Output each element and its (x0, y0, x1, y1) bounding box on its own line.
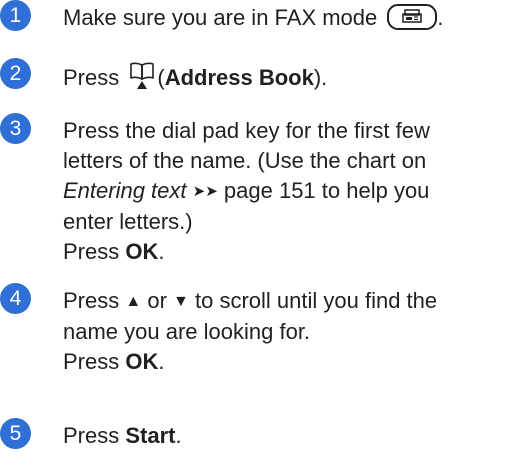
fax-icon (402, 9, 423, 23)
step-line: name you are looking for. (63, 319, 311, 344)
press-label: Press (63, 239, 120, 264)
press-label: Press (63, 65, 120, 90)
address-book-icon (130, 62, 155, 89)
step-instruction: to scroll until you find the (195, 288, 438, 313)
page-reference: page 151 to help you (223, 178, 430, 203)
step-period: . (437, 5, 444, 30)
ok-key-label: OK (125, 349, 159, 374)
step-line: Press ▲ or ▼ to scroll until you find th… (63, 286, 528, 317)
step-line: Press OK. (63, 347, 528, 377)
step-text: Press ▲ or ▼ to scroll until you find th… (63, 286, 528, 377)
step-text: Press the dial pad key for the first few… (63, 116, 528, 267)
up-arrow-icon: ▲ (125, 293, 142, 310)
address-book-label: Address Book (164, 65, 314, 90)
start-key-label: Start (125, 423, 176, 448)
step-line: letters of the name. (Use the chart on (63, 148, 427, 173)
step-number: 4 (0, 283, 31, 314)
fax-mode-key-icon (387, 4, 438, 30)
step-number: 1 (0, 0, 31, 31)
step-line: Press OK. (63, 237, 528, 267)
step-period: . (175, 423, 182, 448)
step-period: . (158, 349, 165, 374)
step-text: Press (Address Book). (63, 61, 528, 93)
press-label: Press (63, 288, 120, 313)
ok-key-label: OK (125, 239, 159, 264)
step-line: Press the dial pad key for the first few (63, 118, 430, 143)
step-number: 3 (0, 113, 31, 144)
step-number: 2 (0, 58, 31, 89)
step-line: Entering text ➤➤ page 151 to help you (63, 176, 528, 207)
step-instruction: Make sure you are in FAX mode (63, 5, 378, 30)
press-label: Press (63, 349, 120, 374)
double-arrow-icon: ➤➤ (192, 183, 218, 200)
step-text: Press Start. (63, 421, 528, 451)
down-arrow-icon: ▼ (173, 293, 189, 310)
step-period: . (158, 239, 165, 264)
step-number: 5 (0, 418, 31, 449)
press-label: Press (63, 423, 120, 448)
step-line: enter letters.) (63, 209, 193, 234)
step-text: Make sure you are in FAX mode . (63, 3, 528, 33)
paren-close: ). (313, 65, 328, 90)
cross-reference[interactable]: Entering text (63, 178, 187, 203)
paren-open: ( (157, 65, 165, 90)
or-label: or (147, 288, 167, 313)
